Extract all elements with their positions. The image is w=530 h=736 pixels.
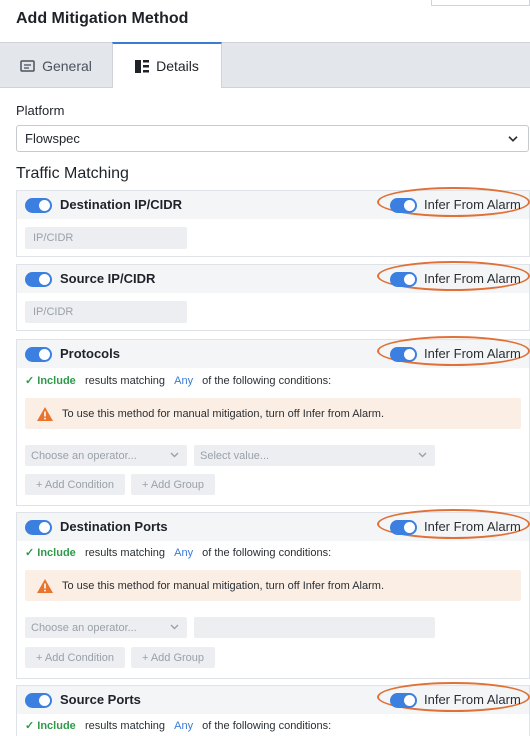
results-matching-text: results matching: [84, 375, 166, 387]
protocols-title: Protocols: [60, 346, 120, 361]
value-select[interactable]: Select value...: [194, 445, 435, 466]
tab-general-label: General: [42, 57, 92, 74]
value-placeholder: Select value...: [200, 449, 270, 462]
toggle-knob: [39, 274, 50, 285]
source-ports-infer-toggle[interactable]: [390, 693, 417, 708]
warning-banner: To use this method for manual mitigation…: [25, 398, 521, 429]
source-ports-card: Source Ports Infer From Alarm ✓ Include …: [16, 682, 530, 736]
destination-ip-input[interactable]: IP/CIDR: [25, 227, 187, 249]
add-group-button[interactable]: + Add Group: [131, 474, 215, 495]
list-icon: [135, 59, 150, 73]
warning-text: To use this method for manual mitigation…: [62, 407, 384, 420]
operator-placeholder: Choose an operator...: [31, 621, 137, 634]
tooltip-stub: [431, 0, 530, 6]
toggle-knob: [39, 695, 50, 706]
infer-from-alarm-label: Infer From Alarm: [424, 519, 521, 534]
any-selector[interactable]: Any: [174, 375, 193, 387]
source-ip-card: Source IP/CIDR Infer From Alarm IP/CIDR: [16, 261, 530, 331]
destination-ports-card: Destination Ports Infer From Alarm ✓ Inc…: [16, 509, 530, 679]
add-group-button[interactable]: + Add Group: [131, 647, 215, 668]
add-condition-button[interactable]: + Add Condition: [25, 474, 125, 495]
source-ports-toggle[interactable]: [25, 693, 52, 708]
tab-general[interactable]: General: [0, 43, 112, 88]
operator-select[interactable]: Choose an operator...: [25, 445, 187, 466]
protocols-infer-toggle[interactable]: [390, 347, 417, 362]
tab-details-label: Details: [156, 58, 199, 74]
chevron-down-icon: [170, 449, 179, 461]
toggle-knob: [404, 200, 415, 211]
results-matching-text: results matching: [84, 547, 166, 559]
destination-ip-card: Destination IP/CIDR Infer From Alarm IP/…: [16, 187, 530, 257]
toggle-knob: [39, 349, 50, 360]
destination-ip-title: Destination IP/CIDR: [60, 197, 183, 212]
infer-from-alarm-label: Infer From Alarm: [424, 346, 521, 361]
tab-details[interactable]: Details: [112, 42, 222, 88]
operator-select[interactable]: Choose an operator...: [25, 617, 187, 638]
chevron-down-icon: [170, 621, 179, 633]
destination-ip-toggle[interactable]: [25, 198, 52, 213]
include-label[interactable]: ✓ Include: [25, 547, 76, 559]
warning-text: To use this method for manual mitigation…: [62, 579, 384, 592]
warning-banner: To use this method for manual mitigation…: [25, 570, 521, 601]
platform-value: Flowspec: [25, 131, 80, 146]
match-line: ✓ Include results matching Any of the fo…: [25, 546, 331, 559]
platform-select[interactable]: Flowspec: [16, 125, 529, 152]
platform-label: Platform: [16, 103, 65, 118]
match-line: ✓ Include results matching Any of the fo…: [25, 374, 331, 387]
source-ip-toggle[interactable]: [25, 272, 52, 287]
toggle-knob: [404, 274, 415, 285]
destination-ip-infer-toggle[interactable]: [390, 198, 417, 213]
match-line: ✓ Include results matching Any of the fo…: [25, 719, 331, 732]
any-selector[interactable]: Any: [174, 547, 193, 559]
toggle-knob: [39, 200, 50, 211]
card-icon: [20, 59, 35, 72]
toggle-knob: [404, 349, 415, 360]
source-ip-title: Source IP/CIDR: [60, 271, 156, 286]
protocols-card: Protocols Infer From Alarm ✓ Include res…: [16, 336, 530, 506]
toggle-knob: [39, 522, 50, 533]
infer-from-alarm-label: Infer From Alarm: [424, 692, 521, 707]
protocols-toggle[interactable]: [25, 347, 52, 362]
toggle-knob: [404, 695, 415, 706]
source-ip-input[interactable]: IP/CIDR: [25, 301, 187, 323]
chevron-down-icon: [508, 130, 518, 145]
destination-ports-toggle[interactable]: [25, 520, 52, 535]
dialog-title: Add Mitigation Method: [16, 10, 189, 27]
traffic-matching-heading: Traffic Matching: [16, 165, 129, 182]
add-condition-button[interactable]: + Add Condition: [25, 647, 125, 668]
include-label[interactable]: ✓ Include: [25, 375, 76, 387]
destination-ports-infer-toggle[interactable]: [390, 520, 417, 535]
of-following-text: of the following conditions:: [202, 720, 332, 732]
destination-ports-title: Destination Ports: [60, 519, 168, 534]
warning-icon: [36, 578, 54, 594]
of-following-text: of the following conditions:: [202, 547, 332, 559]
infer-from-alarm-label: Infer From Alarm: [424, 197, 521, 212]
source-ip-infer-toggle[interactable]: [390, 272, 417, 287]
warning-icon: [36, 406, 54, 422]
chevron-down-icon: [418, 449, 427, 461]
tab-bar: General Details: [0, 42, 530, 88]
results-matching-text: results matching: [84, 720, 166, 732]
toggle-knob: [404, 522, 415, 533]
infer-from-alarm-label: Infer From Alarm: [424, 271, 521, 286]
source-ports-title: Source Ports: [60, 692, 141, 707]
include-label[interactable]: ✓ Include: [25, 720, 76, 732]
operator-placeholder: Choose an operator...: [31, 449, 137, 462]
value-input[interactable]: [194, 617, 435, 638]
of-following-text: of the following conditions:: [202, 375, 332, 387]
any-selector[interactable]: Any: [174, 720, 193, 732]
